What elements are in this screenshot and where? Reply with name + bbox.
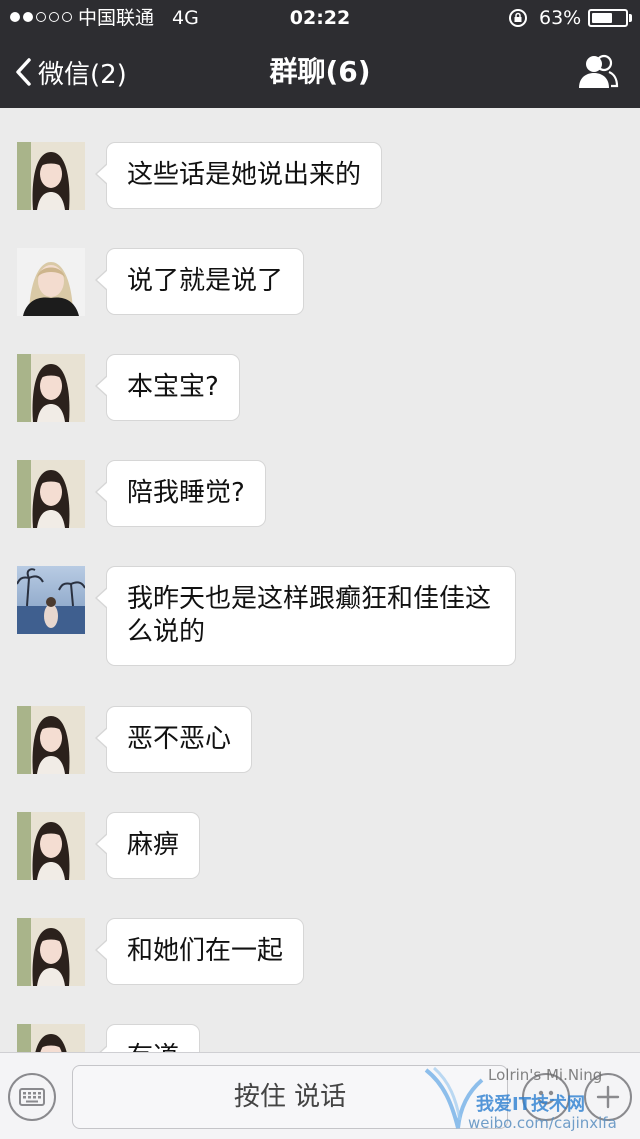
input-bar: 按住 说话 <box>0 1052 640 1139</box>
message-bubble[interactable]: 和她们在一起 <box>94 918 305 985</box>
battery-level <box>592 13 612 23</box>
battery-icon <box>588 9 628 27</box>
battery-percent: 63% <box>539 7 582 29</box>
hold-to-talk-button[interactable]: 按住 说话 <box>72 1065 508 1129</box>
plus-icon[interactable] <box>584 1073 632 1121</box>
avatar-long-hair-girl[interactable] <box>17 1024 85 1052</box>
avatar-long-hair-girl[interactable] <box>17 812 85 880</box>
message-bubble[interactable]: 我昨天也是这样跟癫狂和佳佳这么说的 <box>95 566 516 666</box>
smiley-glyph <box>537 1090 555 1105</box>
avatar-long-hair-girl[interactable] <box>17 918 85 986</box>
rotation-lock-icon <box>509 9 527 27</box>
chat-title: 群聊(6) <box>269 55 371 88</box>
avatar-long-hair-girl[interactable] <box>17 354 85 422</box>
keyboard-glyph <box>19 1088 45 1106</box>
group-members-icon[interactable] <box>576 52 620 92</box>
status-bar: 中国联通 4G 02:22 63% <box>0 0 640 36</box>
message-bubble[interactable]: 麻痹 <box>94 812 201 879</box>
message-bubble[interactable]: 说了就是说了 <box>94 248 305 315</box>
emoji-icon[interactable] <box>522 1073 570 1121</box>
message-bubble[interactable]: 恶不恶心 <box>94 706 253 773</box>
message-bubble[interactable]: 这些话是她说出来的 <box>94 142 383 209</box>
avatar-long-hair-girl[interactable] <box>17 460 85 528</box>
keyboard-icon[interactable] <box>8 1073 56 1121</box>
battery-tip <box>629 14 632 22</box>
avatar-long-hair-girl[interactable] <box>17 706 85 774</box>
plus-glyph <box>596 1085 620 1109</box>
message-bubble[interactable]: 本宝宝? <box>95 354 240 421</box>
avatar-long-hair-girl[interactable] <box>17 142 85 210</box>
avatar-blonde-girl[interactable] <box>17 248 85 316</box>
message-bubble[interactable]: 陪我睡觉? <box>95 460 266 527</box>
top-bar: 中国联通 4G 02:22 63% 微信(2) 群聊(6) <box>0 0 640 108</box>
message-list[interactable]: 这些话是她说出来的 说了就是说了 本宝宝? 陪我睡觉? 我昨天也是这样跟癫狂和佳佳这么说… <box>0 108 640 1052</box>
avatar-resort-pool[interactable] <box>17 566 85 634</box>
message-bubble[interactable]: 有道 <box>94 1024 201 1052</box>
